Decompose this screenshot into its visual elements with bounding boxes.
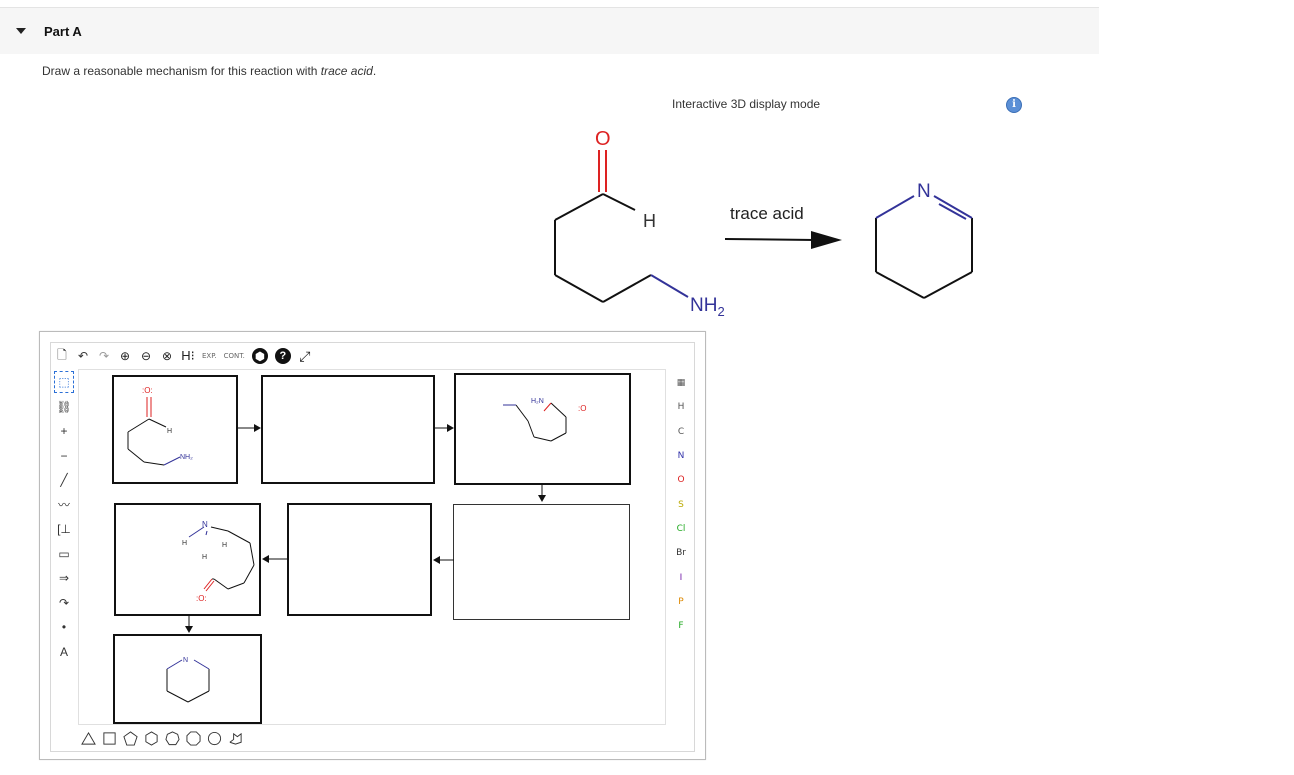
ring-template-bar <box>81 727 243 749</box>
electron-arrow-icon[interactable]: ↷ <box>54 592 74 614</box>
info-icon[interactable]: i <box>1006 97 1022 113</box>
bond-tool-icon[interactable]: ╱ <box>54 469 74 491</box>
zoom-reset-icon[interactable]: ⊗ <box>160 347 174 365</box>
element-palette: ▦ H C N O S Cl Br I P F <box>669 371 693 638</box>
box7-structure: N <box>166 657 210 703</box>
element-h[interactable]: H <box>669 395 693 419</box>
mechanism-box-6[interactable] <box>453 504 630 620</box>
svg-text:N: N <box>202 520 208 529</box>
svg-text::O:: :O: <box>142 386 153 395</box>
arrow-6-to-5 <box>433 556 454 564</box>
svg-text:H: H <box>167 428 172 435</box>
help-icon[interactable]: ? <box>274 348 291 364</box>
svg-text::O:: :O: <box>196 594 207 603</box>
mechanism-box-2[interactable] <box>261 375 435 484</box>
mechanism-box-1[interactable]: :O: H NH₂ <box>112 375 238 484</box>
octagon-ring-icon[interactable] <box>186 730 201 746</box>
arrow-1-to-2 <box>238 424 261 432</box>
fullscreen-icon[interactable]: ⤢ <box>298 347 312 365</box>
charge-plus-icon[interactable]: + <box>54 420 74 442</box>
element-f[interactable]: F <box>669 614 693 638</box>
arrow-4-to-7 <box>185 616 193 633</box>
erase-chain-icon[interactable]: ⛓ <box>54 396 74 418</box>
zoom-out-icon[interactable]: ⊖ <box>139 347 153 365</box>
carbonyl-oxygen-label: O <box>595 128 611 150</box>
undo-icon[interactable]: ↶ <box>76 347 90 365</box>
question-emphasis: trace acid <box>320 64 373 78</box>
element-br[interactable]: Br <box>669 541 693 565</box>
part-title: Part A <box>44 24 82 39</box>
display-mode-link[interactable]: Interactive 3D display mode <box>672 97 820 111</box>
svg-text:H: H <box>202 554 207 561</box>
svg-text:H: H <box>222 542 227 549</box>
benzene-ring-icon[interactable] <box>207 731 222 746</box>
mechanism-box-3[interactable]: H₂N :O <box>454 373 631 485</box>
arrow-3-to-6 <box>538 485 546 502</box>
amine-label: NH2 <box>690 295 725 319</box>
element-cl[interactable]: Cl <box>669 517 693 541</box>
element-s[interactable]: S <box>669 492 693 516</box>
left-toolbar: ⬚ ⛓ + − ╱ 〰 [⊥ ▭ ⇒ ↷ • A <box>54 371 74 665</box>
atom-label-icon[interactable]: A <box>54 641 74 663</box>
reaction-scheme: O H NH2 trace acid N <box>554 128 973 319</box>
box4-structure: N H H H :O: <box>182 520 255 603</box>
question-period: . <box>372 64 377 78</box>
reagent-label: trace acid <box>730 204 804 223</box>
periodic-table-icon[interactable]: ▦ <box>669 371 693 395</box>
chain-tool-icon[interactable]: 〰 <box>54 494 74 516</box>
editor-frame: 🗋 ↶ ↷ ⊕ ⊖ ⊗ H⁝ EXP. CONT. ⬢ ? ⤢ ⬚ ⛓ + − … <box>50 342 695 752</box>
mechanism-box-7[interactable]: N <box>113 634 262 724</box>
lone-pair-icon[interactable]: • <box>54 616 74 638</box>
question-prompt: Draw a reasonable mechanism for this rea… <box>42 64 376 78</box>
element-p[interactable]: P <box>669 590 693 614</box>
reactant-molecule <box>554 150 689 303</box>
arrow-2-to-3 <box>435 424 454 432</box>
mechanism-box-5[interactable] <box>287 503 432 616</box>
drawing-editor[interactable]: 🗋 ↶ ↷ ⊕ ⊖ ⊗ H⁝ EXP. CONT. ⬢ ? ⤢ ⬚ ⛓ + − … <box>39 331 706 760</box>
box-tool-icon[interactable]: ▭ <box>54 543 74 565</box>
hexagon-ring-icon[interactable] <box>144 730 159 746</box>
box3-structure: H₂N :O <box>503 398 586 442</box>
explicit-hydrogens-icon[interactable]: EXP. <box>202 347 217 365</box>
collapse-caret-icon[interactable] <box>16 28 26 34</box>
aldehyde-hydrogen-label: H <box>643 211 656 231</box>
select-tool-icon[interactable]: ⬚ <box>54 371 74 393</box>
question-text: Draw a reasonable mechanism for this rea… <box>42 64 321 78</box>
top-toolbar: 🗋 ↶ ↷ ⊕ ⊖ ⊗ H⁝ EXP. CONT. ⬢ ? ⤢ <box>55 345 312 367</box>
svg-text:N: N <box>183 657 188 664</box>
charge-minus-icon[interactable]: − <box>54 445 74 467</box>
square-ring-icon[interactable] <box>102 731 117 746</box>
reaction-arrow <box>724 231 842 249</box>
svg-text::O: :O <box>578 404 586 413</box>
part-header[interactable]: Part A <box>0 8 1099 54</box>
triangle-ring-icon[interactable] <box>81 731 96 746</box>
redo-icon[interactable]: ↷ <box>97 347 111 365</box>
bracket-tool-icon[interactable]: [⊥ <box>54 518 74 540</box>
svg-text:H₂N: H₂N <box>531 398 544 405</box>
box1-structure: :O: H NH₂ <box>127 386 193 466</box>
product-nitrogen-label: N <box>917 181 931 202</box>
svg-text:NH₂: NH₂ <box>180 454 193 461</box>
heptagon-ring-icon[interactable] <box>165 730 180 746</box>
product-molecule <box>875 195 973 299</box>
element-c[interactable]: C <box>669 420 693 444</box>
hydrogens-icon[interactable]: H⁝ <box>181 347 195 365</box>
zoom-in-icon[interactable]: ⊕ <box>118 347 132 365</box>
element-o[interactable]: O <box>669 468 693 492</box>
clean-icon[interactable]: ⬢ <box>251 348 268 364</box>
new-document-icon[interactable]: 🗋 <box>55 347 69 365</box>
drawing-canvas[interactable]: :O: H NH₂ H₂N:O N H H H:O: N <box>78 369 666 725</box>
contract-icon[interactable]: CONT. <box>224 347 245 365</box>
element-i[interactable]: I <box>669 565 693 589</box>
element-n[interactable]: N <box>669 444 693 468</box>
pentagon-ring-icon[interactable] <box>123 730 138 746</box>
svg-text:H: H <box>182 540 187 547</box>
cyclohexane-chair-icon[interactable] <box>228 731 243 746</box>
arrow-5-to-4 <box>262 555 287 563</box>
reaction-arrow-icon[interactable]: ⇒ <box>54 567 74 589</box>
mechanism-box-4[interactable]: N H H H :O: <box>114 503 261 616</box>
